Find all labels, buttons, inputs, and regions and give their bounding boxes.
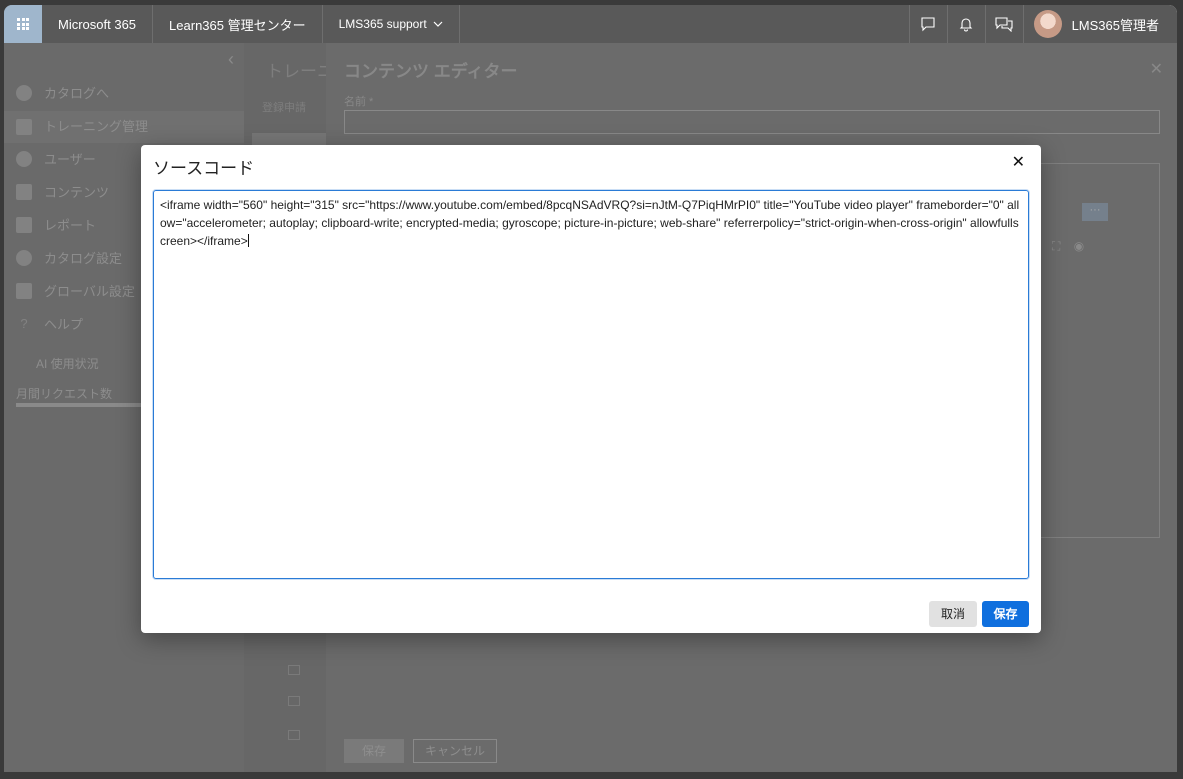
save-button[interactable]: 保存 — [982, 601, 1029, 627]
preview-eye-icon[interactable]: ◉ — [1074, 239, 1084, 253]
sidebar-item-global-settings[interactable]: グローバル設定 — [16, 281, 135, 300]
editor-view-icons: ⛶ ◉ — [1052, 239, 1084, 254]
source-code-text: <iframe width="560" height="315" src="ht… — [160, 198, 1020, 248]
check-circle-icon — [16, 84, 32, 101]
sidebar-item-label: トレーニング管理 — [44, 119, 149, 134]
monthly-requests-label: 月間リクエスト数 — [16, 387, 113, 401]
name-label: 名前 * — [344, 96, 374, 108]
row-icon — [288, 730, 300, 740]
sidebar-item-catalog[interactable]: カタログへ — [16, 83, 109, 102]
question-icon: ? — [20, 315, 28, 331]
sidebar-item-catalog-settings[interactable]: カタログ設定 — [16, 248, 122, 267]
editor-save-button[interactable]: 保存 — [344, 739, 404, 763]
avatar — [1033, 10, 1062, 38]
sidebar-item-content[interactable]: コンテンツ — [16, 182, 109, 201]
tenant-dropdown[interactable]: LMS365 support — [323, 5, 460, 43]
microsoft-365-link[interactable]: Microsoft 365 — [42, 5, 154, 43]
chat-icon[interactable] — [908, 5, 947, 43]
gear-icon — [16, 249, 32, 266]
sidebar-item-label: グローバル設定 — [44, 284, 135, 299]
sidebar-item-label: ユーザー — [44, 152, 96, 167]
user-menu[interactable]: LMS365管理者 — [1022, 5, 1177, 43]
user-name: LMS365管理者 — [1071, 17, 1159, 33]
chevron-left-icon[interactable]: ‹ — [228, 49, 234, 70]
sidebar-item-label: カタログ設定 — [44, 251, 123, 266]
sidebar-item-label: レポート — [44, 218, 97, 233]
chevron-down-icon — [433, 21, 443, 27]
office-icon — [16, 282, 32, 299]
row-icon — [288, 696, 300, 706]
ai-usage-label: AI 使用状況 — [36, 357, 99, 371]
text-caret — [247, 234, 249, 247]
sidebar-item-help[interactable]: ? ヘルプ — [16, 314, 83, 333]
app-window: Microsoft 365 Learn365 管理センター LMS365 sup… — [4, 5, 1177, 772]
sidebar-item-users[interactable]: ユーザー — [16, 149, 96, 168]
user-icon — [16, 150, 32, 167]
top-bar: Microsoft 365 Learn365 管理センター LMS365 sup… — [4, 5, 1177, 43]
fullscreen-icon[interactable]: ⛶ — [1052, 239, 1060, 253]
admin-center-title[interactable]: Learn365 管理センター — [153, 5, 323, 43]
chart-icon — [16, 216, 32, 233]
sidebar-item-training[interactable]: トレーニング管理 — [4, 111, 244, 143]
feedback-icon[interactable] — [984, 5, 1023, 43]
sidebar-item-reports[interactable]: レポート — [16, 215, 96, 234]
grid-icon — [16, 119, 32, 135]
tenant-label: LMS365 support — [338, 17, 427, 31]
folder-icon — [16, 183, 32, 200]
usage-progress-bar — [16, 403, 144, 407]
close-icon[interactable]: ✕ — [1150, 59, 1163, 79]
app-launcher-icon[interactable] — [4, 5, 42, 43]
source-code-textarea[interactable]: <iframe width="560" height="315" src="ht… — [153, 190, 1029, 579]
editor-cancel-button[interactable]: キャンセル — [413, 739, 497, 763]
close-icon[interactable]: ✕ — [1012, 155, 1025, 171]
row-icon — [288, 665, 300, 675]
sidebar-item-label: ヘルプ — [44, 317, 84, 332]
source-code-dialog: ソースコード ✕ <iframe width="560" height="315… — [141, 145, 1041, 633]
sidebar-item-label: カタログへ — [44, 86, 110, 101]
editor-title: コンテンツ エディター — [344, 62, 518, 81]
sidebar-item-label: コンテンツ — [44, 185, 110, 200]
cancel-button[interactable]: 取消 — [929, 601, 977, 627]
dialog-title: ソースコード — [153, 159, 255, 178]
name-input[interactable] — [344, 110, 1160, 134]
bell-icon[interactable] — [946, 5, 985, 43]
page-subtitle: 登録申請 — [262, 102, 306, 114]
more-options-button[interactable]: ··· — [1082, 203, 1108, 221]
page-title: トレーニ — [266, 62, 334, 81]
